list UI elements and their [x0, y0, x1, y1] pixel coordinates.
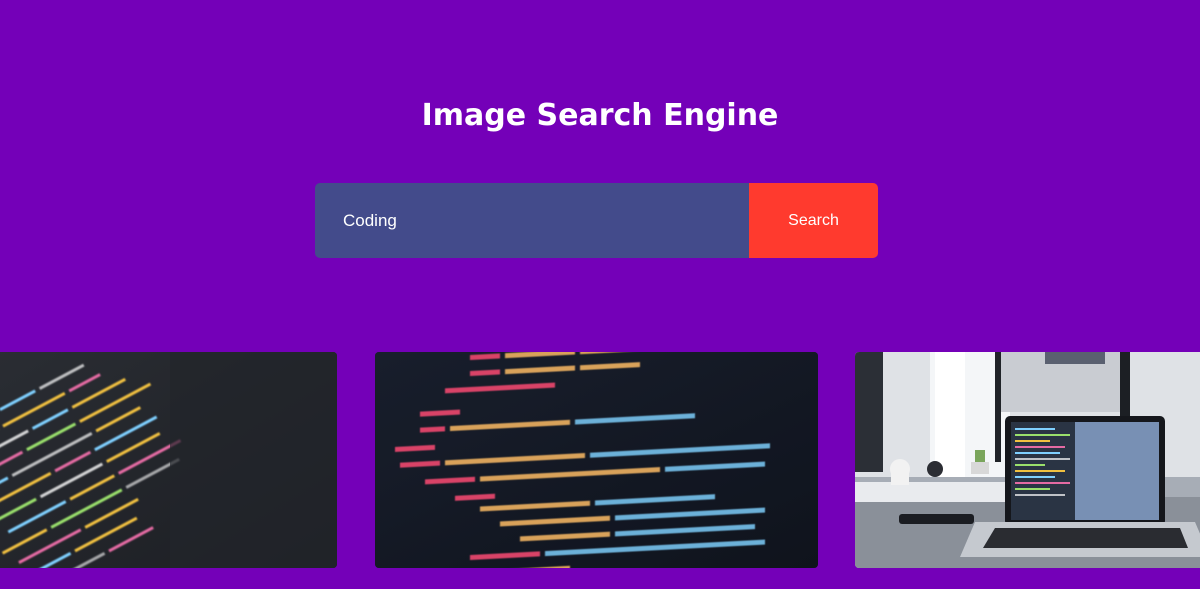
result-image[interactable]: [0, 352, 337, 568]
search-input[interactable]: [315, 183, 749, 258]
search-button[interactable]: Search: [749, 183, 878, 258]
result-image[interactable]: [855, 352, 1200, 568]
result-image[interactable]: [375, 352, 818, 568]
page-title: Image Search Engine: [421, 98, 779, 133]
search-form: Search: [315, 183, 878, 258]
image-results: [0, 352, 1200, 568]
